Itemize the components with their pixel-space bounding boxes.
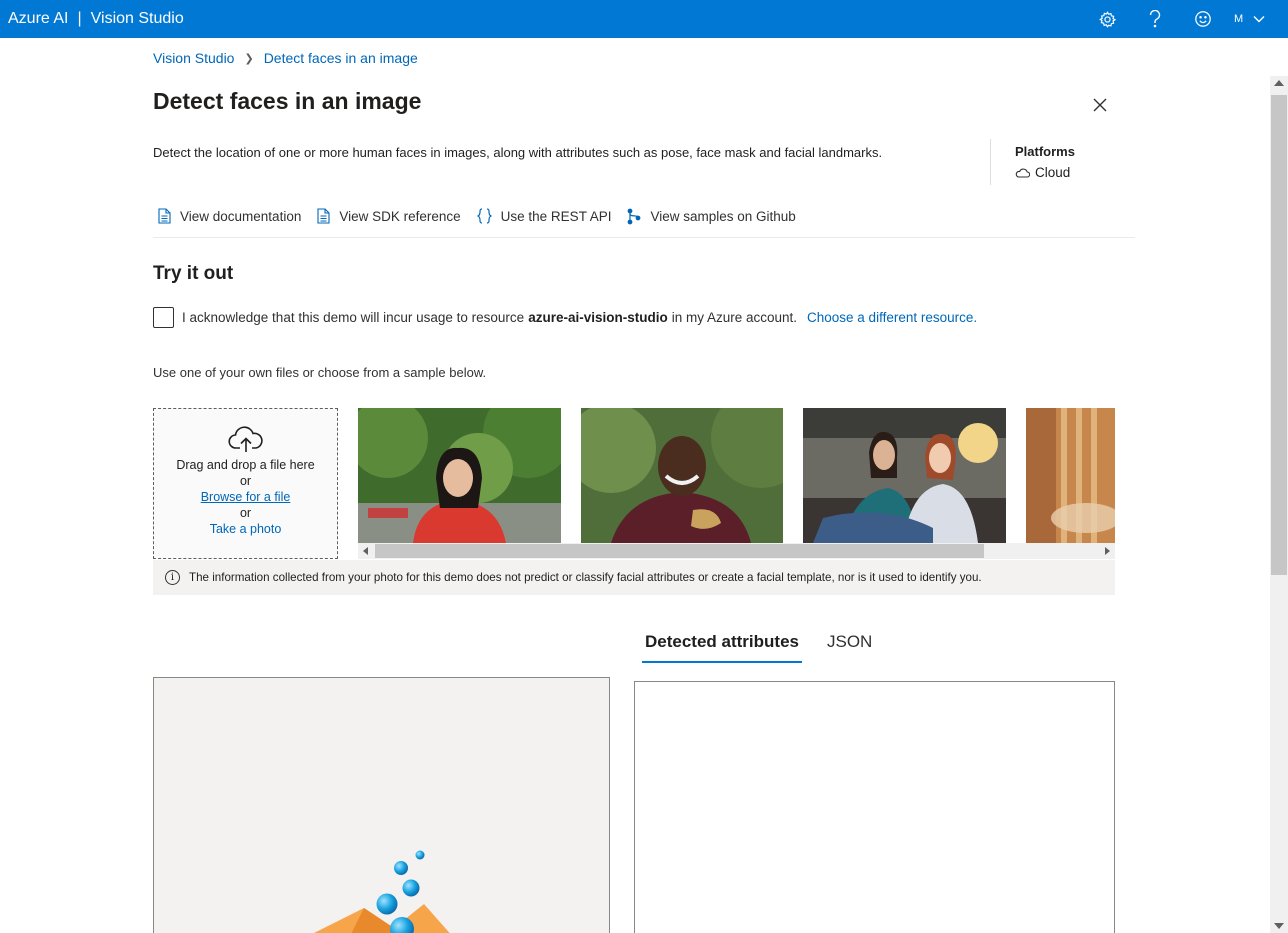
view-documentation-label: View documentation [180, 208, 302, 224]
scrollbar-thumb[interactable] [1271, 95, 1287, 575]
privacy-info-text: The information collected from your phot… [189, 571, 982, 584]
sample-image-1[interactable] [358, 408, 561, 543]
platform-cloud: Cloud [1035, 165, 1071, 180]
resource-name: azure-ai-vision-studio [528, 309, 668, 325]
use-rest-api-label: Use the REST API [500, 208, 612, 224]
platforms-label: Platforms [1015, 144, 1075, 159]
chevron-right-icon: ❯ [244, 52, 254, 65]
view-documentation-link[interactable]: View documentation [158, 208, 301, 224]
page-description: Detect the location of one or more human… [153, 145, 883, 160]
braces-icon [476, 208, 492, 224]
info-icon: i [165, 570, 180, 585]
results-panel [634, 681, 1115, 933]
breadcrumb-detect-faces[interactable]: Detect faces in an image [264, 50, 418, 66]
choose-different-resource-link[interactable]: Choose a different resource. [807, 310, 977, 325]
brand-azure-ai: Azure AI [8, 10, 69, 27]
page-title: Detect faces in an image [153, 88, 422, 114]
results-tabs: Detected attributes JSON [642, 629, 897, 663]
brand-separator: | [77, 10, 82, 27]
sample-hint: Use one of your own files or choose from… [153, 365, 487, 380]
top-bar: Azure AI | Vision Studio M [0, 0, 1288, 38]
platforms-value: Cloud [1015, 165, 1070, 180]
view-samples-github-label: View samples on Github [650, 208, 796, 224]
chevron-down-icon [1253, 16, 1265, 23]
resource-links: View documentation View SDK reference Us… [158, 206, 812, 226]
scroll-right-icon[interactable] [1105, 547, 1110, 555]
breadcrumb: Vision Studio ❯ Detect faces in an image [153, 49, 418, 67]
scroll-left-icon[interactable] [363, 547, 368, 555]
file-dropzone[interactable]: Drag and drop a file here or Browse for … [153, 408, 338, 559]
ack-suffix: in my Azure account. [671, 309, 798, 325]
view-sdk-reference-label: View SDK reference [339, 208, 461, 224]
cloud-icon [1015, 168, 1030, 178]
use-rest-api-link[interactable]: Use the REST API [476, 208, 612, 224]
scroll-up-icon[interactable] [1274, 80, 1284, 86]
document-icon [158, 208, 171, 224]
branch-icon [628, 208, 641, 224]
sample-image-2[interactable] [581, 408, 783, 543]
image-preview-panel [153, 677, 610, 933]
settings-gear-icon[interactable] [1091, 0, 1123, 38]
or-text: or [239, 506, 252, 520]
sample-image-3[interactable] [803, 408, 1006, 543]
account-menu[interactable]: M [1234, 0, 1265, 38]
privacy-info-bar: i The information collected from your ph… [153, 560, 1115, 595]
empty-state-illustration [314, 850, 450, 933]
close-icon[interactable] [1090, 95, 1110, 115]
or-text: or [239, 474, 252, 488]
vertical-scrollbar[interactable] [1270, 76, 1288, 933]
acknowledge-checkbox[interactable] [153, 306, 174, 328]
breadcrumb-vision-studio[interactable]: Vision Studio [153, 50, 234, 66]
section-divider [153, 237, 1135, 238]
drag-drop-text: Drag and drop a file here [176, 458, 315, 472]
view-samples-github-link[interactable]: View samples on Github [627, 208, 796, 225]
horizontal-scrollbar-thumb[interactable] [375, 544, 984, 558]
horizontal-scrollbar[interactable] [358, 543, 1115, 559]
tab-json[interactable]: JSON [824, 629, 875, 663]
ack-prefix: I acknowledge that this demo will incur … [182, 309, 525, 325]
sample-images [358, 408, 1115, 543]
account-initial: M [1234, 13, 1244, 25]
document-icon [317, 208, 330, 224]
browse-file-link[interactable]: Browse for a file [201, 489, 291, 505]
brand[interactable]: Azure AI | Vision Studio [8, 0, 184, 38]
tab-detected-attributes[interactable]: Detected attributes [642, 629, 802, 663]
take-photo-link[interactable]: Take a photo [210, 521, 282, 537]
view-sdk-reference-link[interactable]: View SDK reference [317, 208, 461, 224]
help-question-icon[interactable] [1139, 0, 1171, 38]
scroll-down-icon[interactable] [1274, 923, 1284, 929]
cloud-upload-icon [227, 426, 263, 452]
try-it-out-heading: Try it out [153, 263, 234, 284]
feedback-smiley-icon[interactable] [1187, 0, 1219, 38]
sample-image-4[interactable] [1026, 408, 1115, 543]
platforms-divider [990, 139, 991, 185]
acknowledge-row: I acknowledge that this demo will incur … [153, 306, 977, 328]
brand-vision-studio: Vision Studio [90, 10, 184, 27]
